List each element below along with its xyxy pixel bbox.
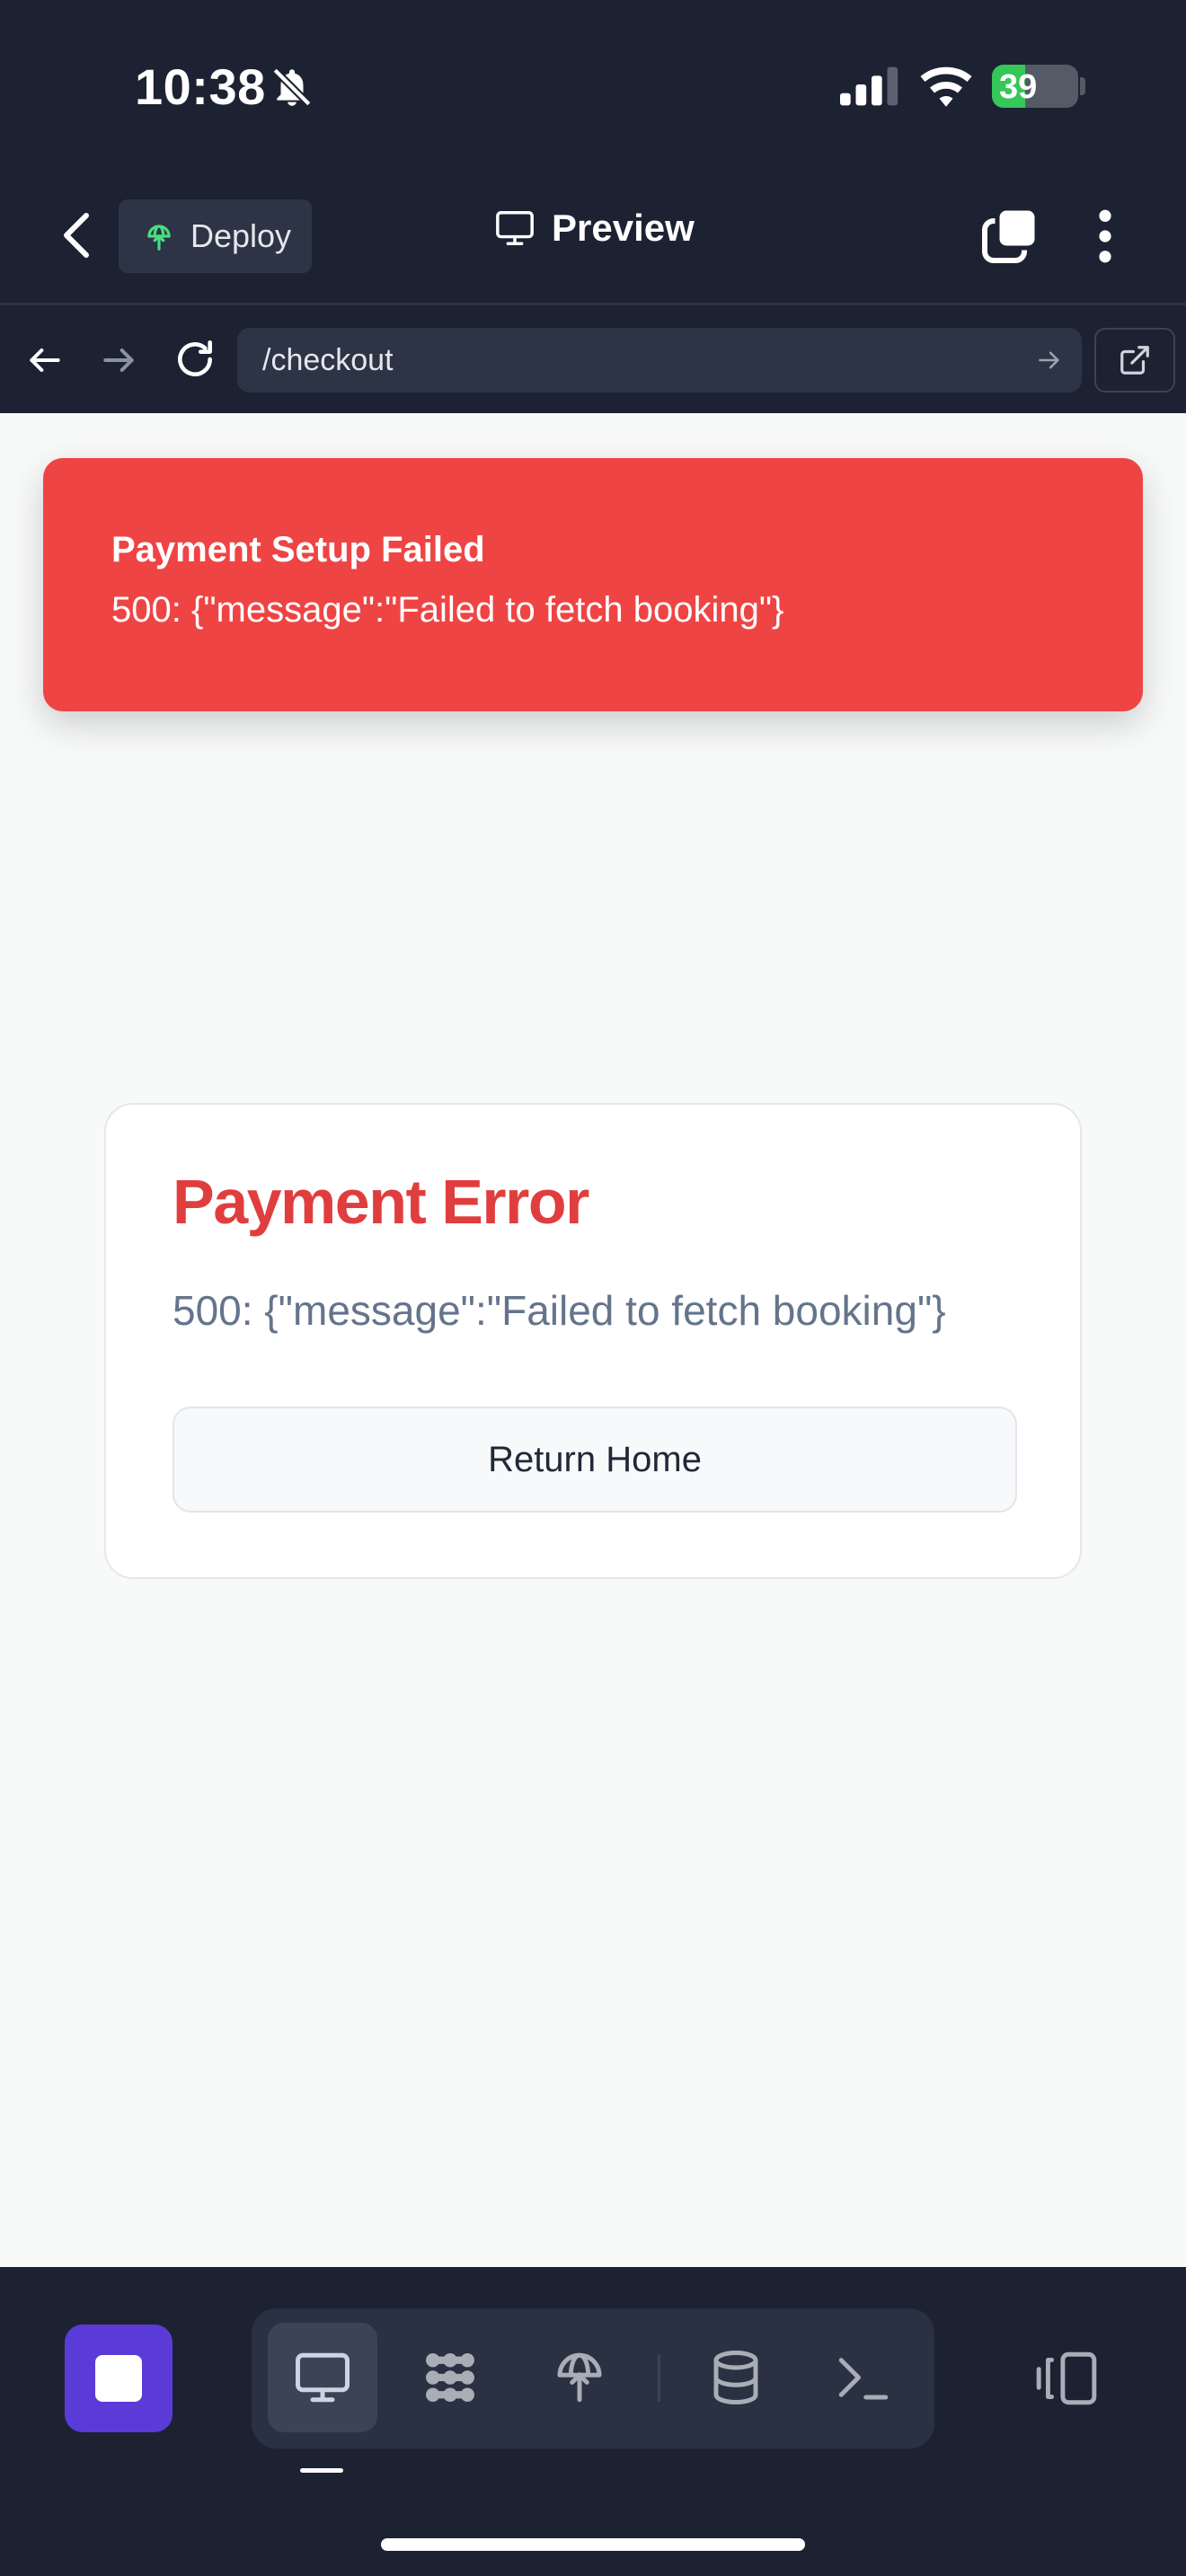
error-title: Payment Error	[173, 1167, 589, 1237]
terminal-icon	[838, 2358, 889, 2400]
workflow-icon	[426, 2353, 474, 2402]
bottom-toolbar	[0, 2267, 1186, 2576]
arrow-left-icon[interactable]	[25, 340, 65, 380]
error-card: Payment Error 500: {"message":"Failed to…	[104, 1103, 1082, 1579]
status-time: 10:38	[135, 58, 266, 115]
deploy-label: Deploy	[190, 217, 292, 254]
tool-divider	[658, 2355, 660, 2402]
back-icon[interactable]	[56, 208, 95, 262]
home-indicator	[381, 2538, 805, 2551]
toast-title: Payment Setup Failed	[111, 530, 485, 569]
status-bar: 10:38 39	[0, 0, 1186, 171]
panel-icon[interactable]	[1033, 2350, 1100, 2407]
web-preview: Payment Setup Failed 500: {"message":"Fa…	[0, 413, 1186, 2267]
open-external-button[interactable]	[1094, 328, 1175, 393]
stop-button[interactable]	[65, 2325, 173, 2432]
deploy-icon	[147, 225, 171, 251]
tool-group	[252, 2308, 934, 2448]
reload-icon[interactable]	[173, 337, 217, 382]
wifi-icon	[920, 66, 972, 107]
tool-database[interactable]	[681, 2323, 791, 2432]
tabs-icon[interactable]	[979, 205, 1040, 266]
active-tab-indicator	[300, 2468, 343, 2473]
database-icon	[713, 2351, 758, 2404]
browser-bar: /checkout	[0, 308, 1186, 413]
phone-screen: 10:38 39 Deploy Preview /checkout Paymen…	[0, 0, 1186, 2576]
preview-icon	[296, 2352, 350, 2403]
preview-title-group: Preview	[494, 207, 695, 250]
stop-icon	[95, 2355, 142, 2402]
external-link-icon	[1120, 346, 1149, 375]
tool-workflows[interactable]	[395, 2323, 505, 2432]
cellular-signal-icon	[840, 66, 898, 106]
deploy-icon	[557, 2352, 602, 2403]
error-toast: Payment Setup Failed 500: {"message":"Fa…	[43, 458, 1143, 711]
battery-charging-icon: 39	[992, 65, 1078, 108]
arrow-right-icon[interactable]	[99, 340, 138, 380]
toast-message: 500: {"message":"Failed to fetch booking…	[111, 590, 784, 630]
battery-percent: 39	[999, 68, 1038, 106]
tool-shell[interactable]	[809, 2323, 918, 2432]
monitor-icon	[496, 211, 534, 245]
battery-nub	[1080, 77, 1085, 95]
go-arrow-icon[interactable]	[1037, 348, 1062, 373]
url-text: /checkout	[262, 342, 394, 377]
tool-preview[interactable]	[268, 2323, 377, 2432]
bell-slash-icon	[272, 67, 312, 107]
app-header: Deploy Preview	[0, 171, 1186, 305]
more-vertical-icon[interactable]	[1089, 208, 1121, 264]
return-home-button[interactable]: Return Home	[173, 1407, 1017, 1513]
tool-deploy[interactable]	[525, 2323, 634, 2432]
deploy-button[interactable]: Deploy	[119, 199, 312, 273]
url-input[interactable]: /checkout	[237, 328, 1082, 393]
error-message: 500: {"message":"Failed to fetch booking…	[173, 1287, 946, 1334]
page-title: Preview	[552, 207, 695, 249]
